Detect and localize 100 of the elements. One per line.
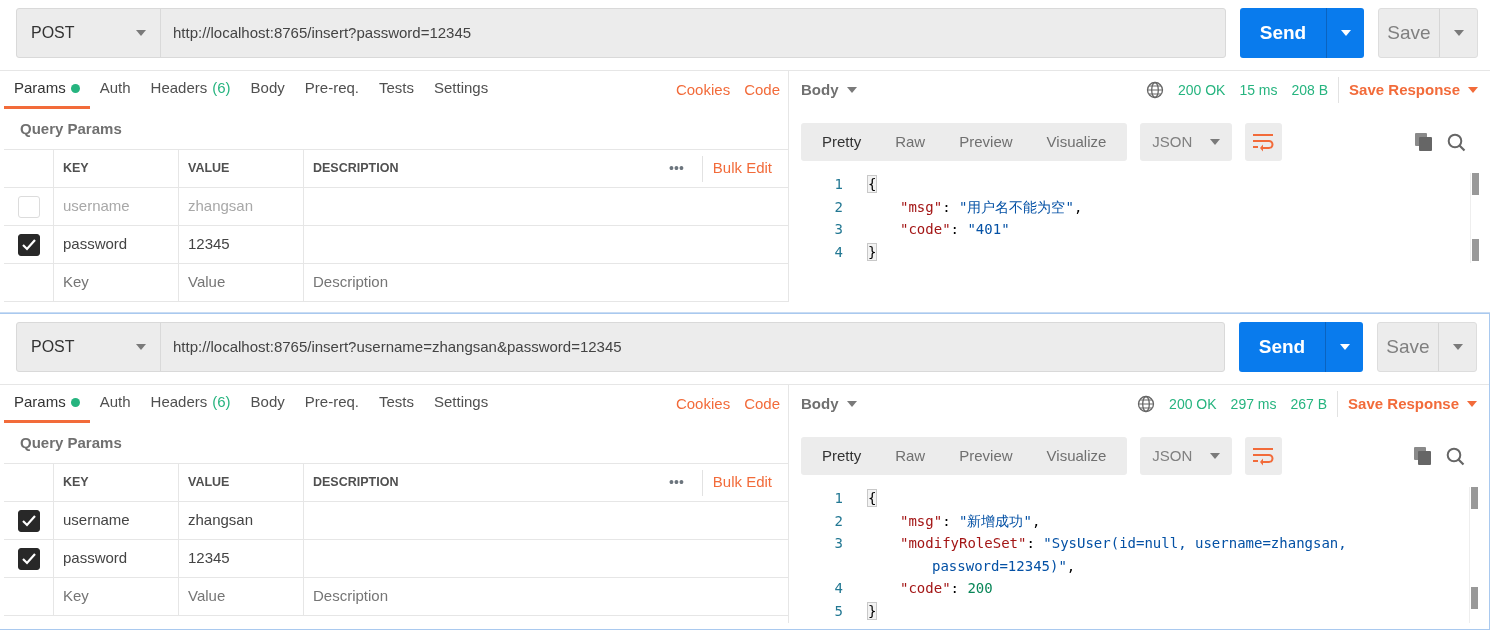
tab[interactable]: Params — [4, 385, 90, 423]
line-number: 2 — [834, 198, 843, 215]
checkbox[interactable] — [17, 233, 40, 256]
scrollbar[interactable] — [1469, 487, 1477, 623]
column-header: KEY — [63, 474, 89, 492]
tab[interactable]: Auth — [89, 71, 141, 109]
param-key: username — [63, 195, 130, 218]
save-button[interactable]: Save — [1378, 8, 1478, 58]
body-dropdown[interactable]: Body — [801, 78, 857, 102]
code-line: "modifyRoleSet": "SysUser(id=null, username=zhangsan, — [899, 535, 1347, 552]
tab[interactable]: Body — [240, 385, 295, 423]
line-number: 3 — [834, 535, 843, 552]
send-button[interactable]: Send — [1240, 8, 1364, 58]
url-bar[interactable]: POST http://localhost:8765/insert?username=zhangsan&password=12345 — [16, 322, 1225, 372]
description-field[interactable]: Description — [313, 585, 788, 608]
tab[interactable]: Settings — [424, 385, 499, 423]
method-label: POST — [31, 23, 75, 43]
format-dropdown[interactable]: JSON — [1140, 123, 1233, 161]
line-number: 3 — [834, 221, 843, 238]
checkmark-icon — [20, 237, 37, 252]
globe-icon[interactable] — [1137, 395, 1156, 413]
code-line: "code": "401" — [899, 221, 1010, 238]
caret-icon — [846, 401, 857, 407]
link[interactable]: Cookies — [675, 392, 731, 416]
globe-icon[interactable] — [1145, 81, 1164, 99]
section-title: Query Params — [19, 118, 123, 139]
save-response-button[interactable]: Save Response — [1348, 392, 1477, 416]
method-dropdown[interactable]: POST — [17, 323, 161, 371]
search-icon[interactable] — [1447, 132, 1466, 152]
tab[interactable]: Params — [4, 71, 90, 109]
description-field[interactable]: Description — [313, 271, 788, 294]
tab[interactable]: Tests — [369, 385, 424, 423]
caret-icon — [1468, 87, 1478, 93]
caret-icon — [136, 344, 146, 350]
wrap-lines-button[interactable] — [1245, 437, 1283, 475]
key-field[interactable]: Key — [63, 585, 178, 608]
view-tab[interactable]: Preview — [942, 437, 1030, 475]
param-value: 12345 — [188, 548, 230, 569]
view-tab[interactable]: Preview — [942, 123, 1030, 161]
value-field[interactable]: Value — [188, 585, 303, 608]
wrap-lines-icon — [1251, 132, 1276, 152]
column-header: VALUE — [188, 474, 230, 492]
column-header: DESCRIPTION — [313, 474, 400, 492]
code-line: "msg": "新增成功", — [899, 512, 1041, 529]
caret-icon — [1340, 30, 1351, 36]
send-button[interactable]: Send — [1239, 322, 1363, 372]
view-tab[interactable]: Visualize — [1029, 437, 1124, 475]
tab[interactable]: Tests — [369, 71, 424, 109]
status-text: 200 OK — [1177, 80, 1226, 100]
line-number: 4 — [834, 580, 843, 597]
key-field[interactable]: Key — [63, 271, 178, 294]
link[interactable]: Code — [744, 392, 780, 416]
save-response-button[interactable]: Save Response — [1349, 78, 1478, 102]
column-header: VALUE — [188, 160, 230, 178]
url-field[interactable]: http://localhost:8765/insert?username=zhangsan&password=12345 — [161, 323, 1224, 371]
url-field[interactable]: http://localhost:8765/insert?password=12345 — [161, 9, 1225, 57]
tab[interactable]: Headers (6) — [140, 71, 241, 109]
body-dropdown[interactable]: Body — [801, 392, 857, 416]
caret-icon — [1210, 139, 1221, 145]
copy-icon[interactable] — [1413, 446, 1432, 466]
method-dropdown[interactable]: POST — [17, 9, 161, 57]
caret-icon — [136, 30, 146, 36]
view-tab[interactable]: Raw — [878, 437, 943, 475]
checkbox[interactable] — [17, 547, 40, 570]
more-button[interactable]: ••• — [661, 468, 692, 497]
code-line: "msg": "用户名不能为空", — [899, 198, 1083, 215]
wrap-lines-button[interactable] — [1245, 123, 1283, 161]
url-bar[interactable]: POST http://localhost:8765/insert?password=12345 — [16, 8, 1226, 58]
line-number: 4 — [834, 243, 843, 260]
tab[interactable]: Headers (6) — [140, 385, 241, 423]
param-key: username — [63, 509, 130, 532]
line-number: 2 — [834, 512, 843, 529]
search-icon[interactable] — [1446, 446, 1465, 466]
checkbox[interactable] — [17, 509, 40, 532]
value-field[interactable]: Value — [188, 271, 303, 294]
view-tab[interactable]: Pretty — [805, 437, 879, 475]
link[interactable]: Code — [744, 78, 780, 102]
status-text: 200 OK — [1169, 394, 1217, 414]
caret-icon — [846, 87, 857, 93]
tab[interactable]: Pre-req. — [294, 385, 369, 423]
code-line: "code": 200 — [899, 580, 993, 597]
tab[interactable]: Settings — [424, 71, 499, 109]
tab[interactable]: Body — [240, 71, 295, 109]
time-text: 15 ms — [1239, 80, 1278, 100]
view-tab[interactable]: Visualize — [1029, 123, 1124, 161]
tab[interactable]: Auth — [89, 385, 141, 423]
tab[interactable]: Pre-req. — [294, 71, 369, 109]
code-line: password=12345)", — [931, 557, 1076, 574]
more-button[interactable]: ••• — [661, 154, 692, 183]
bulk-edit-link[interactable]: Bulk Edit — [712, 157, 772, 180]
scrollbar[interactable] — [1470, 173, 1478, 264]
view-tab[interactable]: Pretty — [805, 123, 879, 161]
bulk-edit-link[interactable]: Bulk Edit — [712, 471, 772, 494]
format-dropdown[interactable]: JSON — [1140, 437, 1233, 475]
save-button[interactable]: Save — [1377, 322, 1477, 372]
section-title: Query Params — [19, 432, 123, 453]
param-key: password — [63, 547, 128, 570]
view-tab[interactable]: Raw — [878, 123, 943, 161]
copy-icon[interactable] — [1414, 132, 1433, 152]
link[interactable]: Cookies — [675, 78, 731, 102]
